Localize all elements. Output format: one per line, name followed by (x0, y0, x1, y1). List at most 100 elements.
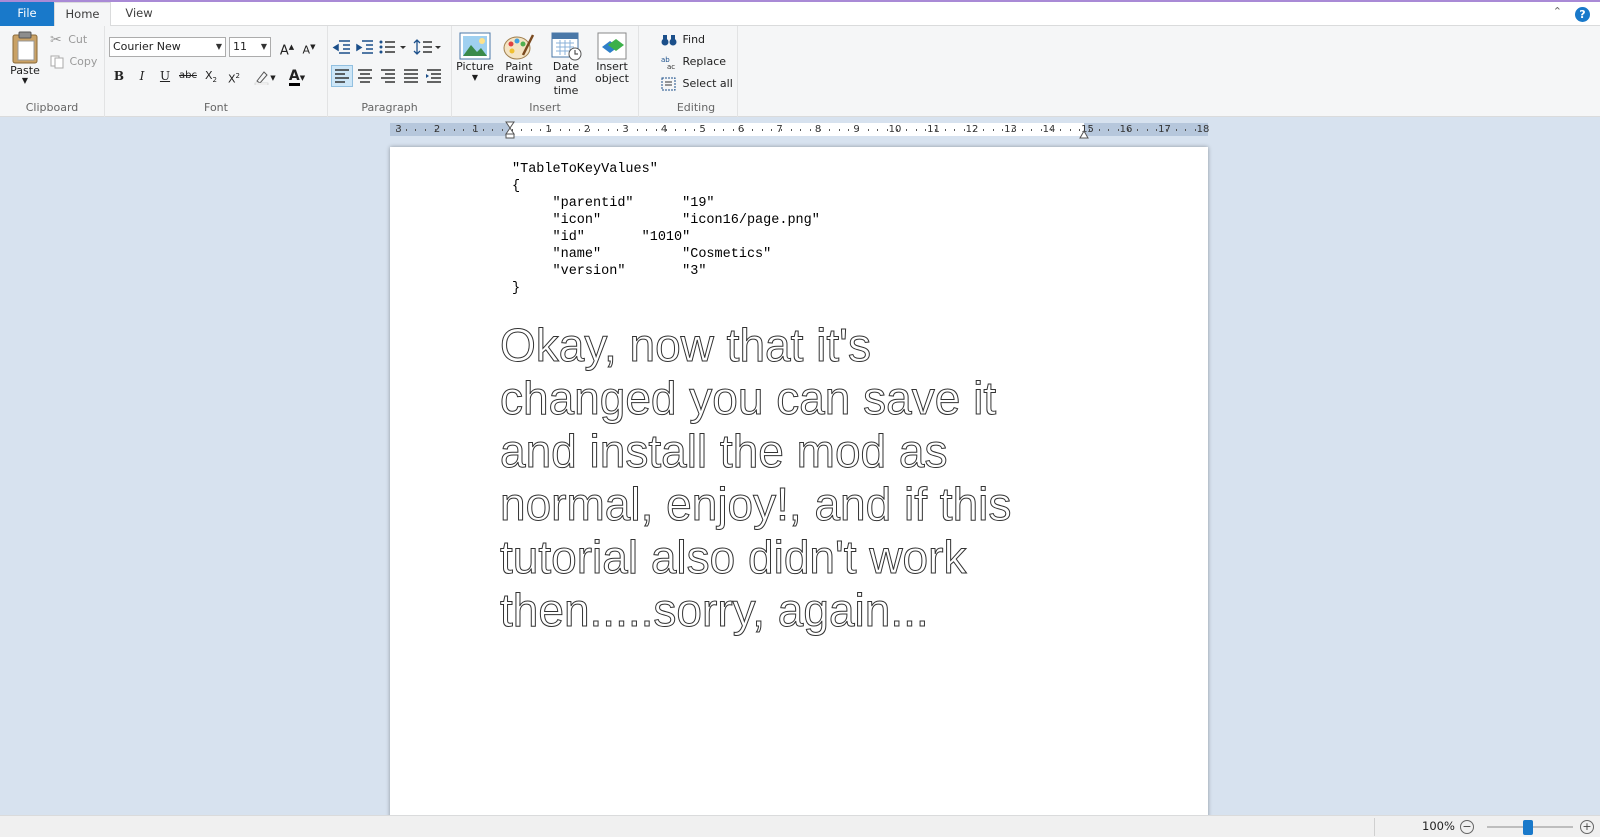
ruler-tick (790, 129, 792, 131)
paste-dropdown-icon[interactable]: ▼ (4, 77, 46, 85)
cut-label: Cut (68, 33, 88, 46)
zoom-out-icon[interactable]: − (1460, 820, 1474, 834)
ruler-tick (704, 129, 705, 131)
copy-button[interactable]: Copy (50, 53, 97, 71)
ruler-tick (415, 129, 417, 131)
ruler-number: 14 (1042, 124, 1056, 135)
editing-group: Find ab ac Replace Select all Editing (655, 26, 738, 117)
decrease-indent-button[interactable] (331, 36, 353, 58)
align-center-button[interactable] (354, 65, 376, 87)
font-size-select[interactable]: 11 ▼ (229, 37, 271, 57)
ruler-tick (771, 129, 773, 131)
font-family-select[interactable]: Courier New ▼ (109, 37, 226, 57)
ruler-tick (1166, 129, 1167, 131)
line-spacing-button[interactable] (412, 36, 444, 58)
paste-icon (12, 31, 38, 64)
italic-button[interactable]: I (132, 66, 152, 86)
ruler-tick (723, 129, 725, 131)
paragraph-group-label: Paragraph (361, 101, 418, 114)
select-all-button[interactable]: Select all (661, 75, 733, 93)
ruler-tick (973, 129, 975, 131)
justify-button[interactable] (400, 65, 422, 87)
ruler-tick (915, 129, 917, 131)
code-line: "name" "Cosmetics" (512, 247, 772, 262)
insert-object-label-2: object (595, 72, 629, 85)
ruler[interactable]: 3 2 1 1 2 3 4 5 6 7 8 9 10 11 12 13 14 15 16 17 18 (390, 121, 1210, 139)
tab-view[interactable]: View (113, 2, 165, 26)
paste-button[interactable]: Paste ▼ (4, 31, 46, 85)
insert-group-label: Insert (529, 101, 561, 114)
ruler-tick (1060, 129, 1062, 131)
ruler-tick (732, 129, 734, 131)
code-line: "id" "1010" (512, 230, 691, 245)
ruler-tick (1050, 129, 1052, 131)
ruler-number: 18 (1196, 124, 1210, 135)
picture-dropdown-icon[interactable]: ▼ (454, 73, 496, 83)
insert-object-button[interactable]: Insert object (590, 31, 634, 85)
indent-marker-icon[interactable] (505, 121, 515, 139)
collapse-ribbon-icon[interactable]: ⌃ (1553, 5, 1562, 18)
align-left-button[interactable] (331, 65, 353, 87)
font-size-value: 11 (233, 40, 247, 53)
strikethrough-button[interactable]: abc (178, 66, 198, 86)
bullet-list-icon (379, 40, 406, 54)
help-icon[interactable]: ? (1575, 7, 1590, 22)
ruler-tick (694, 129, 696, 131)
ruler-tick (424, 129, 426, 131)
ruler-tick (886, 129, 888, 131)
ruler-tick (453, 129, 455, 131)
bold-button[interactable]: B (109, 66, 129, 86)
tab-home[interactable]: Home (54, 2, 111, 27)
shrink-font-button[interactable]: A▼ (299, 37, 319, 57)
ruler-tick (858, 129, 859, 131)
cut-button[interactable]: ✂ Cut (50, 31, 87, 49)
superscript-button[interactable]: X2 (224, 66, 244, 86)
ruler-tick (1002, 129, 1004, 131)
ruler-tick (963, 129, 965, 131)
ruler-number: 16 (1119, 124, 1133, 135)
binoculars-icon (661, 35, 677, 46)
ruler-tick (473, 129, 474, 131)
code-block: "TableToKeyValues" { "parentid" "19" "ico… (512, 161, 820, 297)
ruler-tick (1031, 129, 1033, 131)
ruler-tick (809, 129, 811, 131)
ruler-tick (781, 129, 782, 131)
paint-drawing-button[interactable]: Paint drawing (496, 31, 542, 85)
ruler-tick (742, 129, 744, 131)
date-time-label-1: Date and (552, 60, 580, 85)
ruler-tick (838, 129, 840, 131)
paragraph-settings-button[interactable] (423, 65, 445, 87)
underline-button[interactable]: U (155, 66, 175, 86)
picture-button[interactable]: Picture ▼ (454, 31, 496, 83)
document-area: 3 2 1 1 2 3 4 5 6 7 8 9 10 11 12 13 14 15 16 17 18 "TableToK… (0, 117, 1600, 815)
ruler-tick (646, 129, 648, 131)
ruler-tick (492, 129, 494, 131)
date-and-time-button[interactable]: Date and time (542, 31, 590, 97)
ruler-tick (1117, 129, 1119, 131)
zoom-slider-thumb[interactable] (1523, 820, 1533, 835)
highlight-color-button[interactable]: ▼ (251, 66, 279, 86)
align-right-button[interactable] (377, 65, 399, 87)
outdent-icon (332, 40, 350, 54)
align-left-icon (335, 69, 349, 83)
grow-font-button[interactable]: A▲ (277, 37, 297, 58)
zoom-in-icon[interactable]: + (1580, 820, 1594, 834)
ruler-tick (588, 129, 590, 131)
ruler-tick (1098, 129, 1100, 131)
right-indent-marker-icon[interactable] (1079, 127, 1089, 139)
paragraph-group: Paragraph (328, 26, 452, 117)
bullet-list-button[interactable] (377, 36, 409, 58)
replace-button[interactable]: ab ac Replace (661, 53, 726, 71)
subscript-button[interactable]: X2 (201, 66, 221, 86)
document-page[interactable]: "TableToKeyValues" { "parentid" "19" "ico… (390, 147, 1208, 815)
ruler-tick (569, 129, 571, 131)
increase-indent-button[interactable] (354, 36, 376, 58)
ruler-tick (665, 129, 667, 131)
font-color-button[interactable]: A▼ (283, 66, 311, 86)
insert-group: Picture ▼ Paint drawing Date and time In… (452, 26, 639, 117)
font-group: Courier New ▼ 11 ▼ A▲ A▼ B I U abc X2 X2… (105, 26, 328, 117)
find-button[interactable]: Find (661, 31, 705, 49)
ruler-tick (636, 129, 638, 131)
ruler-tick (1012, 129, 1013, 131)
tab-file[interactable]: File (0, 2, 54, 26)
